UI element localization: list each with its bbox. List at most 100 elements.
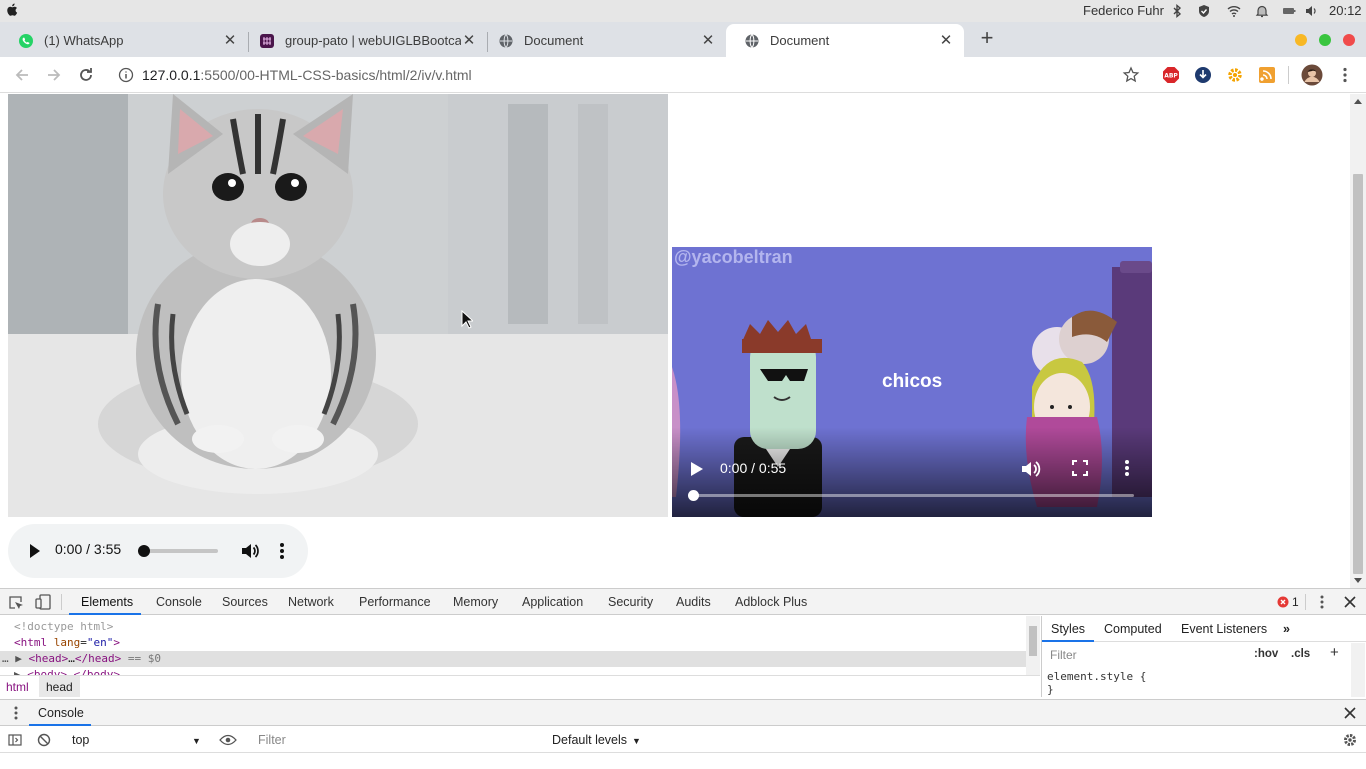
- console-filter-input[interactable]: Filter: [250, 730, 542, 750]
- volume-icon[interactable]: [240, 541, 260, 561]
- device-toolbar-icon[interactable]: [35, 594, 51, 610]
- bookmark-star-icon[interactable]: [1122, 66, 1140, 84]
- os-user-name[interactable]: Federico Fuhr: [1083, 3, 1164, 18]
- live-expression-eye-icon[interactable]: [219, 734, 237, 746]
- forward-icon[interactable]: [44, 65, 64, 85]
- gear-extension-icon[interactable]: [1226, 66, 1244, 84]
- drawer-tab-console[interactable]: Console: [38, 706, 84, 720]
- dom-line-body[interactable]: ▶ <body>…</body>: [0, 667, 1026, 675]
- volume-icon[interactable]: [1304, 4, 1318, 18]
- play-icon[interactable]: [29, 543, 41, 559]
- close-icon[interactable]: ✕: [700, 32, 716, 49]
- tab-computed[interactable]: Computed: [1104, 622, 1162, 636]
- scrollbar-thumb[interactable]: [1353, 174, 1363, 574]
- tab-performance[interactable]: Performance: [359, 595, 431, 609]
- console-sidebar-icon[interactable]: [8, 733, 22, 747]
- bluetooth-icon[interactable]: [1170, 4, 1184, 18]
- inspect-element-icon[interactable]: [8, 595, 24, 611]
- scroll-up-arrow-icon[interactable]: [1354, 99, 1362, 104]
- close-icon[interactable]: ✕: [222, 32, 238, 49]
- wifi-icon[interactable]: [1227, 4, 1241, 18]
- tab-group-pato[interactable]: group-pato | webUIGLBBootca ✕: [241, 24, 487, 57]
- devtools-menu-icon[interactable]: [1319, 594, 1325, 610]
- error-count[interactable]: 1: [1292, 595, 1299, 609]
- tab-elements[interactable]: Elements: [81, 595, 133, 609]
- shield-icon[interactable]: [1197, 4, 1211, 18]
- url-text[interactable]: 127.0.0.1:5500/00-HTML-CSS-basics/html/2…: [142, 67, 472, 83]
- tab-adblock-plus[interactable]: Adblock Plus: [735, 595, 807, 609]
- close-devtools-icon[interactable]: [1344, 596, 1356, 608]
- tab-sources[interactable]: Sources: [222, 595, 268, 609]
- dom-scrollbar[interactable]: [1026, 616, 1040, 675]
- dom-tree[interactable]: <!doctype html> <html lang="en"> … ▶ <he…: [0, 616, 1026, 675]
- window-minimize-button[interactable]: [1295, 34, 1307, 46]
- breadcrumb-head[interactable]: head: [39, 676, 80, 697]
- rss-extension-icon[interactable]: [1258, 66, 1276, 84]
- tab-network[interactable]: Network: [288, 595, 334, 609]
- styles-filter-input[interactable]: Filter: [1050, 648, 1077, 662]
- window-maximize-button[interactable]: [1319, 34, 1331, 46]
- tab-application[interactable]: Application: [522, 595, 583, 609]
- close-icon[interactable]: ✕: [938, 32, 954, 49]
- tab-document-active[interactable]: Document ✕: [726, 24, 964, 57]
- tab-console[interactable]: Console: [156, 595, 202, 609]
- chevron-down-icon[interactable]: ▼: [192, 736, 201, 746]
- notification-bell-icon[interactable]: [1255, 4, 1269, 18]
- chevron-down-icon[interactable]: ▼: [632, 736, 641, 746]
- breadcrumb-html[interactable]: html: [6, 680, 29, 694]
- back-icon[interactable]: [12, 65, 32, 85]
- play-icon[interactable]: [690, 461, 704, 477]
- error-icon[interactable]: [1277, 596, 1289, 608]
- tab-audits[interactable]: Audits: [676, 595, 711, 609]
- tab-security[interactable]: Security: [608, 595, 653, 609]
- volume-icon[interactable]: [1020, 459, 1042, 479]
- video-progress-track[interactable]: [694, 494, 1134, 497]
- console-settings-gear-icon[interactable]: [1342, 732, 1358, 748]
- dom-line-doctype[interactable]: <!doctype html>: [0, 619, 1026, 635]
- audio-player[interactable]: 0:00 / 3:55: [8, 524, 308, 578]
- apple-icon[interactable]: [6, 3, 18, 17]
- log-levels-dropdown[interactable]: Default levels: [552, 733, 627, 747]
- tab-styles[interactable]: Styles: [1051, 622, 1085, 636]
- video-more-options-icon[interactable]: [1124, 459, 1130, 477]
- audio-more-options-icon[interactable]: [279, 542, 285, 560]
- more-tabs-icon[interactable]: »: [1283, 622, 1290, 636]
- new-tab-button[interactable]: +: [976, 27, 998, 49]
- element-style-rule[interactable]: element.style { }: [1047, 670, 1146, 696]
- audio-progress-knob[interactable]: [138, 545, 150, 557]
- download-extension-icon[interactable]: [1194, 66, 1212, 84]
- context-selector[interactable]: top: [72, 733, 89, 747]
- chrome-menu-icon[interactable]: [1336, 66, 1354, 84]
- tab-document[interactable]: Document ✕: [480, 24, 726, 57]
- hov-toggle[interactable]: :hov: [1254, 648, 1278, 660]
- battery-icon[interactable]: [1282, 4, 1296, 18]
- os-clock[interactable]: 20:12: [1329, 3, 1362, 18]
- video-player[interactable]: @yacobeltran chicos 0:00 / 0:55: [672, 247, 1152, 517]
- info-icon[interactable]: [118, 67, 134, 83]
- clear-console-icon[interactable]: [37, 733, 51, 747]
- scroll-down-arrow-icon[interactable]: [1354, 578, 1362, 583]
- audio-progress-track[interactable]: [143, 549, 218, 553]
- cls-toggle[interactable]: .cls: [1291, 648, 1310, 660]
- scrollbar-thumb[interactable]: [1029, 626, 1037, 656]
- window-close-button[interactable]: [1343, 34, 1355, 46]
- profile-avatar[interactable]: [1301, 64, 1323, 86]
- tab-memory[interactable]: Memory: [453, 595, 498, 609]
- tag-name: body: [33, 668, 61, 675]
- tab-whatsapp[interactable]: (1) WhatsApp ✕: [0, 24, 248, 57]
- page-scrollbar[interactable]: [1350, 94, 1366, 588]
- active-tab-indicator: [1042, 640, 1094, 642]
- adblock-plus-icon[interactable]: ABP: [1162, 66, 1180, 84]
- tab-event-listeners[interactable]: Event Listeners: [1181, 622, 1267, 636]
- video-progress-knob[interactable]: [688, 490, 699, 501]
- fullscreen-icon[interactable]: [1072, 460, 1088, 476]
- close-drawer-icon[interactable]: [1344, 707, 1356, 719]
- dom-line-head[interactable]: … ▶ <head>…</head> == $0: [0, 651, 1026, 667]
- dom-line-html[interactable]: <html lang="en">: [0, 635, 1026, 651]
- new-style-rule-icon[interactable]: +: [1330, 644, 1339, 661]
- address-bar[interactable]: 127.0.0.1:5500/00-HTML-CSS-basics/html/2…: [110, 61, 1150, 89]
- reload-icon[interactable]: [76, 65, 96, 85]
- close-icon[interactable]: ✕: [461, 32, 477, 49]
- styles-scrollbar[interactable]: [1351, 643, 1365, 697]
- drawer-menu-icon[interactable]: [13, 705, 19, 721]
